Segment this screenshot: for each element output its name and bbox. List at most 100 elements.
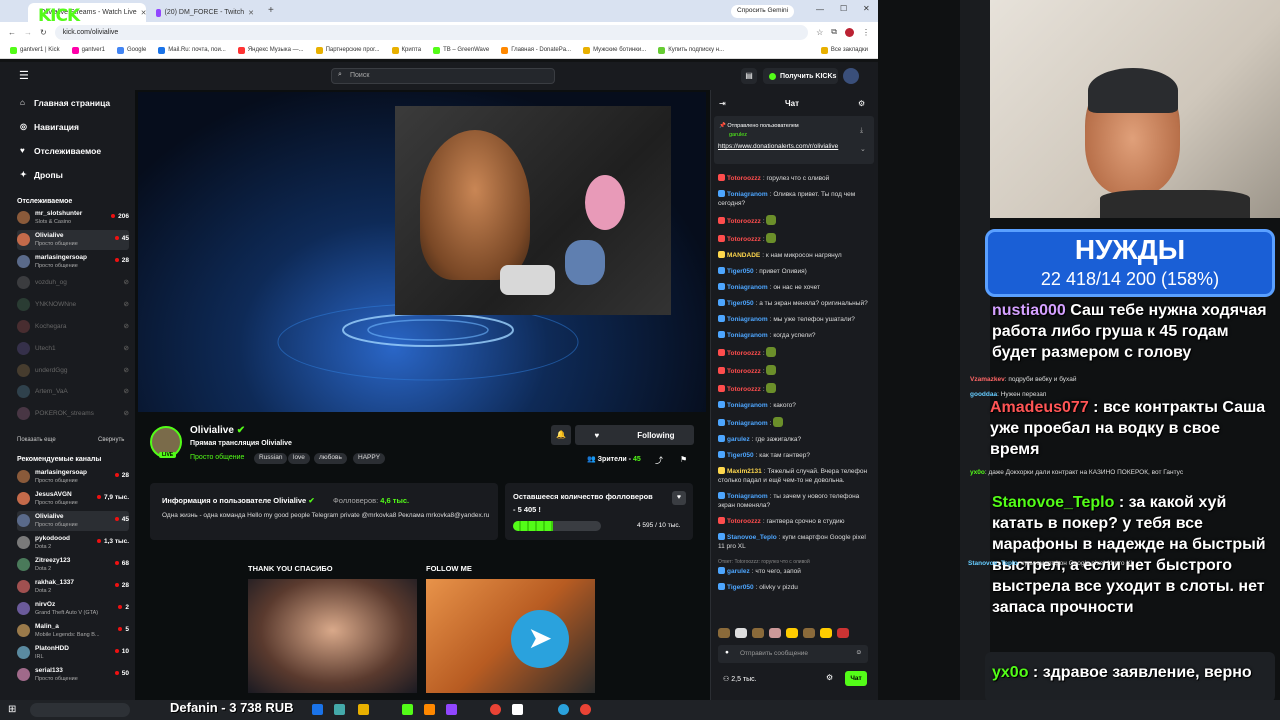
nav-drops[interactable]: ✦ Дропы — [20, 170, 63, 180]
sidebar-channel[interactable]: Utech1 ⊘ — [17, 339, 129, 359]
layout-toggle-icon[interactable]: ▤ — [741, 68, 757, 84]
pinned-user[interactable]: garulez — [729, 132, 747, 138]
bookmark-item[interactable]: gantver1 — [71, 46, 105, 54]
sidebar-channel[interactable]: Olivialive Просто общение 45 — [17, 229, 129, 250]
emote-item[interactable] — [769, 628, 781, 638]
emote-item[interactable] — [786, 628, 798, 638]
bookmark-item[interactable]: Главная - DonatePa... — [501, 46, 571, 54]
share-icon[interactable]: ⤴ — [655, 455, 663, 466]
chat-username[interactable]: Tiger050 — [727, 300, 754, 307]
stream-category[interactable]: Просто общение — [190, 454, 244, 461]
chat-username[interactable]: Totoroozzz — [727, 518, 761, 525]
chat-username[interactable]: Tiger050 — [727, 584, 754, 591]
sidebar-channel[interactable]: pykodoood Dota 2 1,3 тыс. — [17, 533, 129, 553]
browser-tab-twitch[interactable]: (20) DM_FORCE - Twitch ✕ — [148, 3, 262, 22]
chat-username[interactable]: Maxim2131 — [727, 468, 762, 475]
bookmark-folder[interactable]: Партнерские прог... — [315, 46, 380, 54]
tag-chip[interactable]: love — [288, 453, 310, 464]
chat-username[interactable]: Toniagranom — [727, 284, 768, 291]
sidebar-channel[interactable]: Malin_a Mobile Legends: Bang B... 5 — [17, 621, 129, 641]
notification-bell-button[interactable]: 🔔 — [551, 425, 571, 445]
chat-username[interactable]: Totoroozzz — [727, 386, 761, 393]
emote-item[interactable] — [752, 628, 764, 638]
tag-chip[interactable]: HAPPY — [353, 453, 386, 464]
new-tab-icon[interactable]: + — [268, 5, 274, 16]
user-avatar[interactable] — [843, 68, 859, 84]
chat-username[interactable]: MANDADE — [727, 252, 760, 259]
taskbar-app-icon[interactable] — [512, 704, 523, 715]
chat-send-button[interactable]: Чат — [845, 671, 867, 686]
chat-username[interactable]: Toniagranom — [727, 402, 768, 409]
hamburger-menu-icon[interactable]: ☰ — [19, 69, 29, 82]
forward-icon[interactable]: → — [24, 28, 32, 37]
kick-logo[interactable]: KICK — [38, 6, 80, 26]
close-tab-icon[interactable]: ✕ — [141, 9, 146, 17]
bookmark-item[interactable]: Mail.Ru: почта, пои... — [158, 46, 226, 54]
sidebar-channel[interactable]: PlatonHDD IRL 10 — [17, 643, 129, 663]
sidebar-channel[interactable]: Artem_VaA ⊘ — [17, 382, 129, 402]
sidebar-channel[interactable]: serial133 Просто общение 50 — [17, 665, 129, 685]
taskbar-app-icon[interactable] — [358, 704, 369, 715]
maximize-icon[interactable]: ☐ — [840, 4, 847, 13]
url-field[interactable]: kick.com/olivialive — [54, 24, 809, 40]
sidebar-channel[interactable]: nirvOz Grand Theft Auto V (GTA) 2 — [17, 599, 129, 619]
chat-username[interactable]: Totoroozzz — [727, 175, 761, 182]
pinned-link[interactable]: https://www.donationalerts.com/r/olivial… — [718, 142, 858, 151]
taskbar-app-icon[interactable] — [334, 704, 345, 715]
follow-button[interactable]: ♥ Following — [575, 425, 694, 445]
bookmark-item[interactable]: Google — [116, 46, 146, 54]
bookmark-item[interactable]: ТВ – GreenWave — [433, 46, 489, 54]
profile-avatar[interactable] — [845, 27, 854, 37]
gemini-button[interactable]: Спросить Gemini — [731, 5, 795, 18]
chat-gear-icon[interactable]: ⚙ — [826, 673, 833, 682]
windows-start-icon[interactable]: ⊞ — [8, 704, 16, 715]
goal-heart-button[interactable]: ♥ — [672, 491, 686, 505]
chat-input[interactable]: ● Отправить сообщение ☺ — [718, 645, 868, 663]
taskbar-app-icon[interactable] — [312, 704, 323, 715]
reload-icon[interactable]: ↻ — [40, 28, 47, 37]
chat-username[interactable]: Totoroozzz — [727, 236, 761, 243]
chat-username[interactable]: Toniagranom — [727, 332, 768, 339]
sidebar-channel[interactable]: vozduh_og ⊘ — [17, 273, 129, 293]
bookmark-item[interactable]: Яндекс Музыка —... — [237, 46, 304, 54]
sidebar-channel[interactable]: marlasingersoap Просто общение 28 — [17, 252, 129, 272]
emote-item[interactable] — [735, 628, 747, 638]
unpin-icon[interactable]: ⤓ — [860, 127, 863, 135]
chat-username[interactable]: Totoroozzz — [727, 350, 761, 357]
all-bookmarks[interactable]: Все закладки — [820, 46, 868, 54]
tag-chip[interactable]: любовь — [314, 453, 347, 464]
minimize-icon[interactable]: — — [816, 5, 824, 14]
nav-following[interactable]: ♥ Отслеживаемое — [20, 146, 101, 156]
chat-username[interactable]: Stanovoe_Teplo — [727, 534, 777, 541]
taskbar-search[interactable] — [30, 703, 130, 717]
collapse-chat-icon[interactable]: ⇥ — [719, 99, 726, 108]
channel-name[interactable]: Olivialive ✔ — [190, 425, 245, 436]
chat-username[interactable]: Totoroozzz — [727, 368, 761, 375]
taskbar-app-icon[interactable] — [424, 704, 435, 715]
chat-username[interactable]: Totoroozzz — [727, 218, 761, 225]
sidebar-channel[interactable]: Kochegara ⊘ — [17, 317, 129, 337]
taskbar-app-icon[interactable] — [402, 704, 413, 715]
expand-chevron-icon[interactable]: ⌄ — [860, 145, 866, 153]
collapse-link[interactable]: Свернуть — [98, 437, 124, 443]
telegram-taskbar-icon[interactable] — [558, 704, 569, 715]
sidebar-channel[interactable]: Zitreezy123 Dota 2 68 — [17, 555, 129, 575]
chrome-icon[interactable] — [580, 704, 591, 715]
emote-item[interactable] — [820, 628, 832, 638]
chat-username[interactable]: Toniagranom — [727, 191, 768, 198]
search-input[interactable]: ⌕ Поиск — [331, 68, 555, 84]
sidebar-channel[interactable]: JesusAVGN Просто общение 7,9 тыс. — [17, 489, 129, 509]
bookmark-item[interactable]: gantver1 | Kick — [10, 46, 60, 54]
bookmark-folder[interactable]: Криптa — [391, 46, 421, 54]
chat-username[interactable]: Toniagranom — [727, 493, 768, 500]
emote-item[interactable] — [718, 628, 730, 638]
get-kicks-button[interactable]: Получить KICKs — [763, 68, 838, 84]
sidebar-channel[interactable]: marlasingersoap Просто общение 28 — [17, 467, 129, 487]
chat-username[interactable]: Tiger050 — [727, 268, 754, 275]
sidebar-channel[interactable]: underdGgg ⊘ — [17, 361, 129, 381]
sidebar-channel[interactable]: rakhak_1337 Dota 2 28 — [17, 577, 129, 597]
chat-username[interactable]: garulez — [727, 568, 750, 575]
show-more-link[interactable]: Показать еще — [17, 437, 56, 443]
chat-username[interactable]: Toniagranom — [727, 316, 768, 323]
close-tab-icon[interactable]: ✕ — [248, 9, 254, 17]
